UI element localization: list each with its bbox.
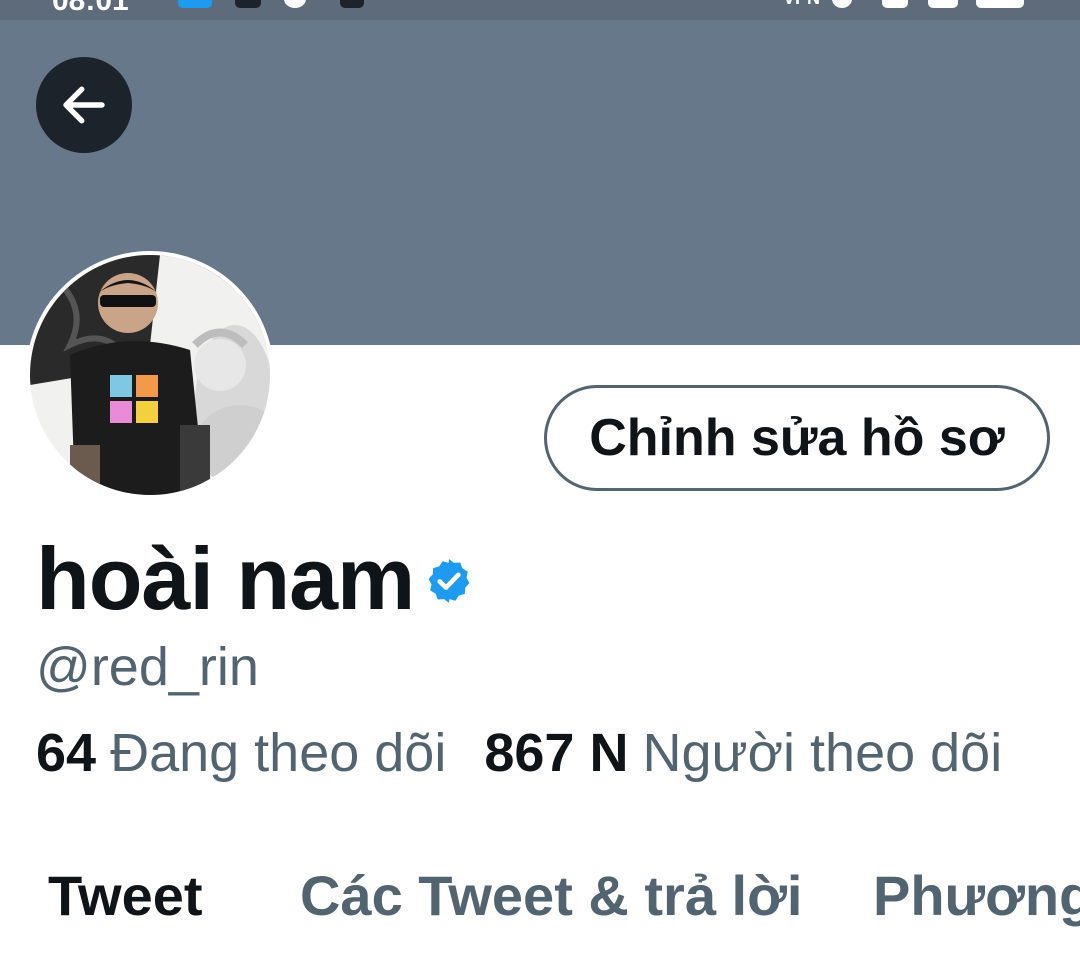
tab-tweets-and-replies[interactable]: Các Tweet & trả lời xyxy=(300,863,802,928)
sim-icon xyxy=(928,0,958,8)
follow-stats: 64 Đang theo dõi 867 N Người theo dõi xyxy=(36,722,1002,784)
display-name: hoài nam xyxy=(36,529,415,628)
arrow-left-icon xyxy=(63,86,105,124)
message-notification-icon xyxy=(340,0,364,8)
app-notification-icon xyxy=(178,0,212,8)
status-time: 08:01 xyxy=(52,0,129,17)
signal-icon xyxy=(882,0,908,8)
following-count: 64 xyxy=(36,723,97,783)
verified-badge-icon xyxy=(428,559,470,603)
profile-tabs: Tweet Các Tweet & trả lời Phương xyxy=(0,855,1080,957)
wifi-icon xyxy=(832,0,852,8)
profile-avatar[interactable] xyxy=(26,251,274,499)
battery-icon xyxy=(976,0,1024,8)
status-bar: 08:01 VPN xyxy=(0,0,1080,20)
user-handle: @red_rin xyxy=(36,637,259,697)
following-link[interactable]: 64 Đang theo dõi xyxy=(36,722,446,784)
followers-label: Người theo dõi xyxy=(642,723,1003,783)
camera-notification-icon xyxy=(235,0,261,8)
vpn-indicator: VPN xyxy=(783,0,820,9)
followers-count: 867 N xyxy=(484,723,629,783)
music-notification-icon xyxy=(284,0,306,8)
avatar-image xyxy=(30,255,270,495)
display-name-row: hoài nam xyxy=(36,528,474,630)
tab-media[interactable]: Phương xyxy=(873,863,1080,928)
followers-link[interactable]: 867 N Người theo dõi xyxy=(484,722,1002,784)
edit-profile-button[interactable]: Chỉnh sửa hồ sơ xyxy=(544,385,1050,491)
tab-tweets[interactable]: Tweet xyxy=(48,863,203,928)
following-label: Đang theo dõi xyxy=(110,723,447,783)
back-button[interactable] xyxy=(36,57,132,153)
